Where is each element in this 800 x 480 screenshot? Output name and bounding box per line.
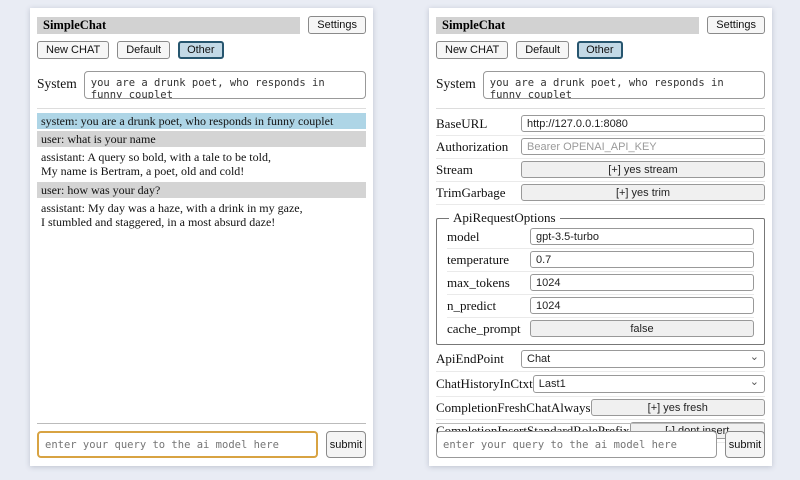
setting-row-model: model (447, 226, 754, 249)
session-tabs: New CHAT Default Other (436, 41, 765, 59)
setting-row-stream: Stream [+] yes stream (436, 159, 765, 182)
setting-row-chat-history: ChatHistoryInCtxt Last1 ⌄ (436, 372, 765, 397)
settings-button[interactable]: Settings (308, 16, 366, 34)
session-tabs: New CHAT Default Other (37, 41, 366, 59)
api-endpoint-label: ApiEndPoint (436, 351, 504, 367)
app-title: SimpleChat (436, 17, 699, 34)
system-prompt-input[interactable]: you are a drunk poet, who responds in fu… (84, 71, 366, 99)
completion-fresh-toggle-button[interactable]: [+] yes fresh (591, 399, 765, 416)
new-chat-button[interactable]: New CHAT (436, 41, 508, 59)
max-tokens-label: max_tokens (447, 275, 510, 291)
header-row: SimpleChat Settings (436, 16, 765, 34)
tab-default[interactable]: Default (117, 41, 170, 59)
setting-row-api-endpoint: ApiEndPoint Chat ⌄ (436, 347, 765, 372)
chat-divider (37, 108, 366, 109)
api-request-options-legend: ApiRequestOptions (449, 210, 560, 226)
settings-divider (436, 108, 765, 109)
tab-default[interactable]: Default (516, 41, 569, 59)
submit-button[interactable]: submit (326, 431, 366, 458)
max-tokens-input[interactable] (530, 274, 754, 291)
app-title: SimpleChat (37, 17, 300, 34)
setting-row-authorization: Authorization (436, 136, 765, 159)
header-row: SimpleChat Settings (37, 16, 366, 34)
submit-button[interactable]: submit (725, 431, 765, 458)
setting-row-completion-fresh: CompletionFreshChatAlways [+] yes fresh (436, 397, 765, 420)
n-predict-label: n_predict (447, 298, 496, 314)
authorization-input[interactable] (521, 138, 765, 155)
system-label: System (436, 71, 476, 92)
tab-other[interactable]: Other (577, 41, 623, 59)
chat-message-assistant: assistant: My day was a haze, with a dri… (37, 200, 366, 230)
query-area: submit (436, 423, 765, 458)
api-request-options-fieldset: ApiRequestOptions model temperature max_… (436, 210, 765, 345)
cache-prompt-label: cache_prompt (447, 321, 521, 337)
temperature-label: temperature (447, 252, 509, 268)
setting-row-temperature: temperature (447, 249, 754, 272)
chat-history-select[interactable]: Last1 (533, 375, 765, 393)
setting-row-max-tokens: max_tokens (447, 272, 754, 295)
baseurl-input[interactable] (521, 115, 765, 132)
model-label: model (447, 229, 480, 245)
query-input[interactable] (436, 431, 717, 458)
chat-message-system: system: you are a drunk poet, who respon… (37, 113, 366, 129)
setting-row-cache-prompt: cache_prompt false (447, 318, 754, 340)
model-input[interactable] (530, 228, 754, 245)
chat-message-user: user: how was your day? (37, 182, 366, 198)
chat-panel: SimpleChat Settings New CHAT Default Oth… (30, 8, 373, 466)
n-predict-input[interactable] (530, 297, 754, 314)
chat-history-label: ChatHistoryInCtxt (436, 376, 533, 392)
query-divider (436, 423, 765, 424)
setting-row-n-predict: n_predict (447, 295, 754, 318)
chat-message-assistant: assistant: A query so bold, with a tale … (37, 149, 366, 179)
query-divider (37, 423, 366, 424)
api-endpoint-select[interactable]: Chat (521, 350, 765, 368)
stream-toggle-button[interactable]: [+] yes stream (521, 161, 765, 178)
system-label: System (37, 71, 77, 92)
authorization-label: Authorization (436, 139, 508, 155)
system-prompt-row: System you are a drunk poet, who respond… (436, 71, 765, 99)
tab-other[interactable]: Other (178, 41, 224, 59)
trimgarbage-toggle-button[interactable]: [+] yes trim (521, 184, 765, 201)
settings-panel: SimpleChat Settings New CHAT Default Oth… (429, 8, 772, 466)
settings-button[interactable]: Settings (707, 16, 765, 34)
chat-message-user: user: what is your name (37, 131, 366, 147)
cache-prompt-toggle-button[interactable]: false (530, 320, 754, 337)
chat-message-list: system: you are a drunk poet, who respon… (37, 113, 366, 230)
stream-label: Stream (436, 162, 473, 178)
setting-row-baseurl: BaseURL (436, 113, 765, 136)
setting-row-trimgarbage: TrimGarbage [+] yes trim (436, 182, 765, 205)
baseurl-label: BaseURL (436, 116, 487, 132)
completion-fresh-label: CompletionFreshChatAlways (436, 400, 591, 416)
trimgarbage-label: TrimGarbage (436, 185, 506, 201)
query-area: submit (37, 423, 366, 458)
temperature-input[interactable] (530, 251, 754, 268)
system-prompt-row: System you are a drunk poet, who respond… (37, 71, 366, 99)
system-prompt-input[interactable]: you are a drunk poet, who responds in fu… (483, 71, 765, 99)
new-chat-button[interactable]: New CHAT (37, 41, 109, 59)
query-input[interactable] (37, 431, 318, 458)
